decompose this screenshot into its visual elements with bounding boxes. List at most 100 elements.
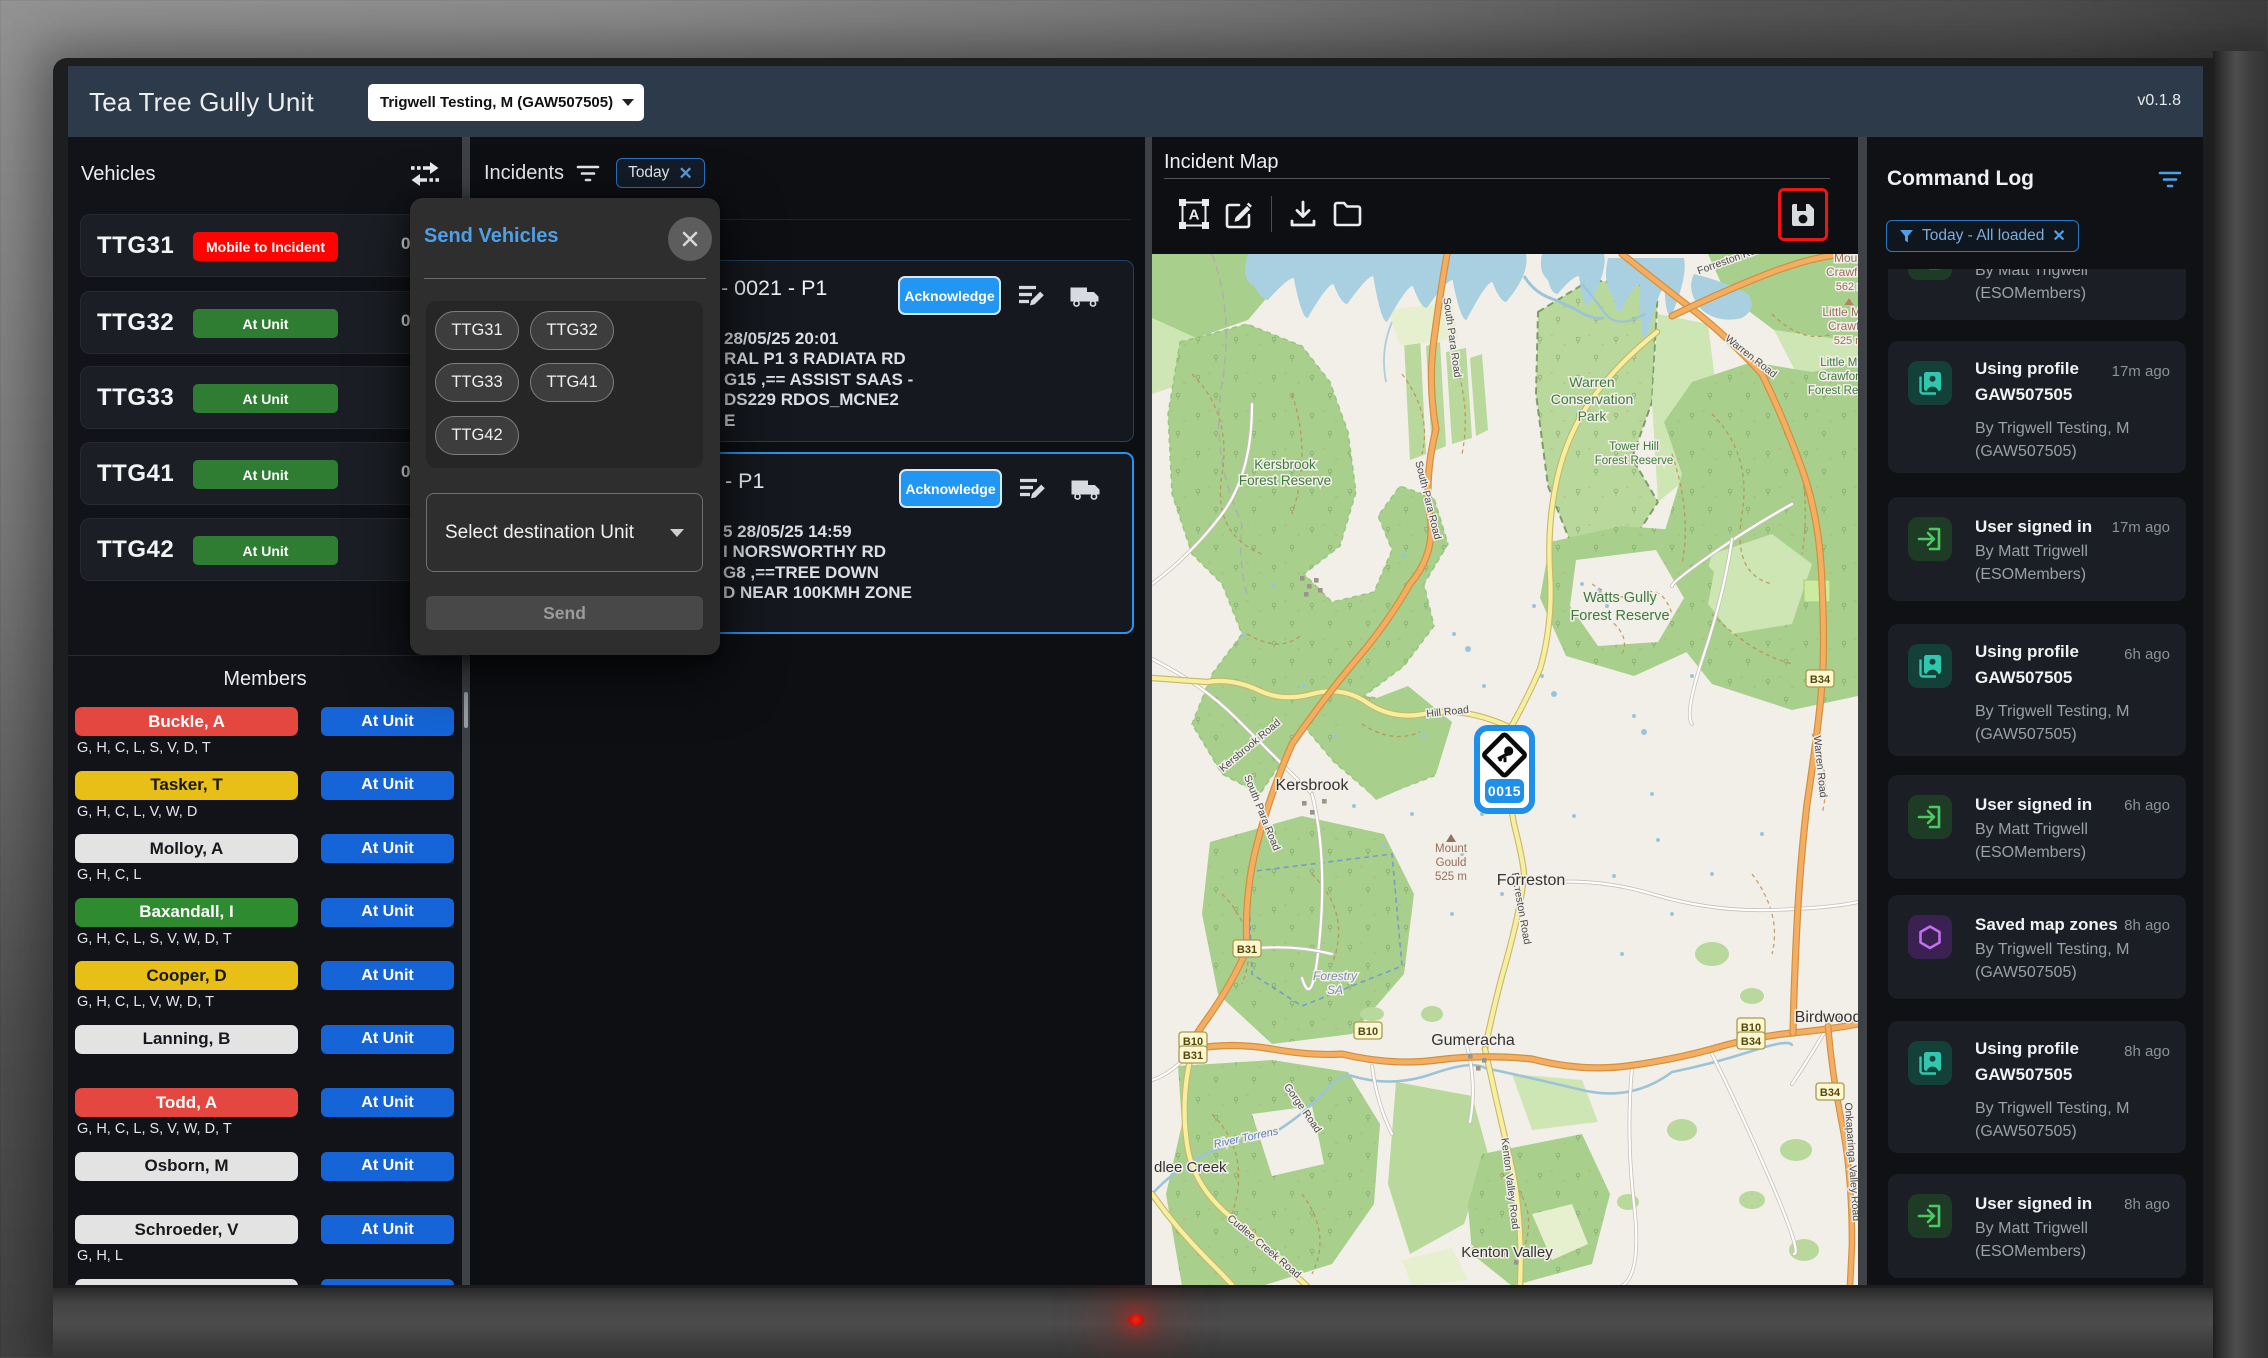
- member-status-badge[interactable]: At Unit: [321, 771, 454, 800]
- vehicles-title: Vehicles: [81, 163, 156, 186]
- profile-selector[interactable]: Trigwell Testing, M (GAW507505): [368, 84, 644, 121]
- profile-icon: [1908, 644, 1952, 688]
- vehicle-status-badge: At Unit: [193, 460, 338, 489]
- vehicle-row[interactable]: TTG41 At Unit 0: [80, 442, 452, 505]
- acknowledge-button[interactable]: Acknowledge: [898, 276, 1001, 315]
- members-scrollbar[interactable]: [464, 692, 468, 728]
- edit-map-icon[interactable]: [1218, 194, 1258, 234]
- map-label: Conservation: [1551, 391, 1634, 407]
- member-name-pill: Tasker, T: [75, 771, 298, 800]
- send-vehicles-icon[interactable]: [410, 161, 440, 187]
- incident-marker[interactable]: 0015: [1474, 725, 1535, 814]
- save-map-icon[interactable]: [1788, 200, 1818, 230]
- log-entry-time: 6h ago: [2124, 646, 2170, 663]
- svg-text:A: A: [1189, 207, 1200, 224]
- incidents-filter-chip[interactable]: Today ✕: [616, 158, 705, 188]
- vehicle-chip[interactable]: TTG31: [435, 311, 519, 350]
- map-label: Forest Reserve: [1239, 473, 1331, 488]
- member-status-badge[interactable]: At Unit: [321, 1088, 454, 1117]
- vehicle-chip[interactable]: TTG41: [530, 363, 614, 402]
- route-badge-label: B34: [1810, 674, 1831, 686]
- member-name-pill: [75, 1279, 298, 1286]
- member-qualifications: G, H, C, L: [77, 867, 141, 883]
- member-status-badge[interactable]: At Unit: [321, 1279, 454, 1286]
- vehicle-chip[interactable]: TTG32: [530, 311, 614, 350]
- member-status-badge[interactable]: At Unit: [321, 707, 454, 736]
- member-status-badge[interactable]: At Unit: [321, 1025, 454, 1054]
- map-title-divider: [1164, 178, 1830, 179]
- chip-close-icon[interactable]: ✕: [2052, 226, 2065, 246]
- member-name-pill: Molloy, A: [75, 834, 298, 863]
- download-icon[interactable]: [1283, 194, 1323, 234]
- vehicle-row[interactable]: TTG31 Mobile to Incident 0: [80, 214, 452, 277]
- power-led: [1128, 1314, 1144, 1326]
- incidents-title: Incidents: [484, 162, 564, 185]
- incident-notes-icon[interactable]: [1016, 473, 1050, 507]
- vehicle-chip[interactable]: TTG42: [435, 416, 519, 455]
- select-area-icon[interactable]: A: [1174, 194, 1214, 234]
- destination-unit-select[interactable]: Select destination Unit: [426, 493, 703, 572]
- signin-icon: [1908, 795, 1952, 839]
- command-log-filter-icon[interactable]: [2157, 169, 2183, 189]
- save-map-highlight: [1778, 188, 1828, 241]
- filter-icon[interactable]: [575, 163, 601, 183]
- route-badge-label: B34: [1820, 1087, 1841, 1099]
- map-label: Moun: [1834, 254, 1858, 265]
- acknowledge-button[interactable]: Acknowledge: [899, 469, 1002, 508]
- log-entry[interactable]: User signed in 17m ago By Matt Trigwell(…: [1888, 497, 2186, 601]
- member-status-badge[interactable]: At Unit: [321, 898, 454, 927]
- vehicle-row[interactable]: TTG42 At Unit: [80, 518, 452, 581]
- modal-close-button[interactable]: [668, 217, 712, 261]
- chip-close-icon[interactable]: ✕: [678, 165, 692, 182]
- route-badge: B10: [1354, 1022, 1382, 1039]
- map-label: Birdwood: [1795, 1009, 1858, 1026]
- map-label: Mount: [1435, 843, 1468, 855]
- member-name-pill: Schroeder, V: [75, 1215, 298, 1244]
- route-badge: B31: [1179, 1046, 1207, 1063]
- toolbar-divider: [1271, 196, 1272, 232]
- chip-label: Today: [628, 164, 669, 182]
- member-status-badge[interactable]: At Unit: [321, 1215, 454, 1244]
- log-entry[interactable]: Saved map zones 8h ago By Trigwell Testi…: [1888, 895, 2186, 999]
- incident-notes-icon[interactable]: [1015, 280, 1049, 314]
- vehicle-row[interactable]: TTG32 At Unit 0: [80, 291, 452, 354]
- command-log-list[interactable]: User signed in By Matt Trigwell(ESOMembe…: [1867, 269, 2203, 1285]
- log-entry-time: 8h ago: [2124, 917, 2170, 934]
- send-vehicles-modal: Send Vehicles TTG31 TTG32 TTG33 TTG41 TT…: [410, 198, 720, 655]
- incident-truck-icon[interactable]: [1068, 280, 1102, 314]
- map-label: 525 m: [1435, 871, 1467, 883]
- command-log-filter-chip[interactable]: Today - All loaded ✕: [1886, 220, 2079, 252]
- log-entry[interactable]: Using profile GAW507505 17m ago By Trigw…: [1888, 341, 2186, 473]
- map-label: dlee Creek: [1154, 1159, 1227, 1176]
- member-status-badge[interactable]: At Unit: [321, 961, 454, 990]
- signin-icon: [1908, 1194, 1952, 1238]
- member-qualifications: G, H, C, L, V, W, D, T: [77, 994, 214, 1010]
- app-screen: Tea Tree Gully Unit Trigwell Testing, M …: [68, 66, 2203, 1285]
- log-entry[interactable]: User signed in 8h ago By Matt Trigwell(E…: [1888, 1174, 2186, 1278]
- log-entry[interactable]: User signed in By Matt Trigwell(ESOMembe…: [1888, 269, 2186, 320]
- log-entry[interactable]: Using profile GAW507505 6h ago By Trigwe…: [1888, 624, 2186, 756]
- folder-icon[interactable]: [1328, 194, 1368, 234]
- incident-truck-icon[interactable]: [1069, 473, 1103, 507]
- route-badge: B34: [1806, 670, 1834, 687]
- map-label: Crawfo: [1828, 319, 1858, 333]
- route-badge-label: B34: [1741, 1036, 1762, 1048]
- send-button[interactable]: Send: [426, 596, 703, 630]
- member-name-pill: Buckle, A: [75, 707, 298, 736]
- member-name-pill: Osborn, M: [75, 1152, 298, 1181]
- map-label: Kenton Valley: [1461, 1244, 1553, 1261]
- map-canvas[interactable]: South Para Road South Para Road South Pa…: [1152, 254, 1858, 1285]
- member-status-badge[interactable]: At Unit: [321, 834, 454, 863]
- member-name-pill: Todd, A: [75, 1088, 298, 1117]
- monitor-right-edge: [2213, 51, 2268, 1358]
- vehicle-chip[interactable]: TTG33: [435, 363, 519, 402]
- map-label: Forest Reserv: [1808, 385, 1858, 397]
- log-entry[interactable]: User signed in 6h ago By Matt Trigwell(E…: [1888, 775, 2186, 879]
- vehicle-id: TTG42: [97, 536, 174, 564]
- member-name-pill: Cooper, D: [75, 961, 298, 990]
- map-toolbar: A: [1152, 188, 1846, 242]
- vehicle-status-badge: At Unit: [193, 384, 338, 413]
- member-status-badge[interactable]: At Unit: [321, 1152, 454, 1181]
- log-entry[interactable]: Using profile GAW507505 8h ago By Trigwe…: [1888, 1021, 2186, 1153]
- vehicle-row[interactable]: TTG33 At Unit: [80, 366, 452, 429]
